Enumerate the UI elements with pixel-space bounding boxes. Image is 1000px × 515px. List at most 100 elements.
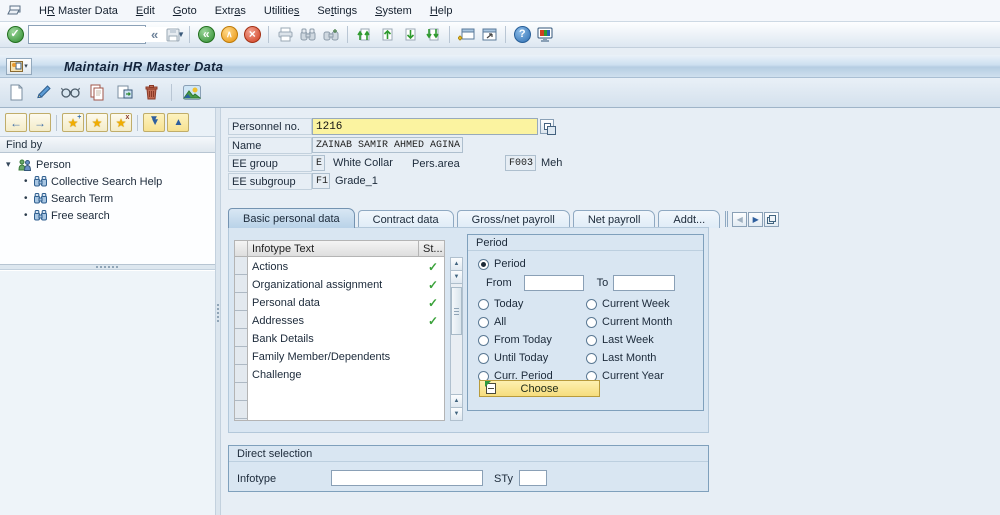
favorite-icon[interactable]: ★ <box>86 113 108 132</box>
radio-button-icon[interactable] <box>586 298 597 310</box>
binoculars-icon <box>34 176 47 187</box>
copy-icon[interactable] <box>87 83 107 103</box>
radio-current-week[interactable]: Current Week <box>586 297 670 311</box>
save-icon[interactable] <box>163 25 183 45</box>
page-down-icon[interactable] <box>400 25 420 45</box>
create-icon[interactable] <box>6 83 26 103</box>
collapse-all-icon[interactable]: ▲ <box>167 113 189 132</box>
matchcode-button[interactable] <box>540 119 556 135</box>
radio-button-icon[interactable] <box>478 258 489 270</box>
table-row[interactable]: Addresses ✓ <box>249 312 445 330</box>
table-row[interactable]: Personal data ✓ <box>249 294 445 312</box>
system-menu-icon[interactable] <box>4 3 24 19</box>
radio-button-icon[interactable] <box>478 352 489 364</box>
period-from-input[interactable] <box>523 275 584 291</box>
tree-node-collective-search-help[interactable]: • Collective Search Help <box>0 173 215 190</box>
first-page-icon[interactable] <box>354 25 374 45</box>
delete-icon[interactable] <box>141 83 161 103</box>
radio-all[interactable]: All <box>478 315 506 329</box>
tab-scroll-right-icon[interactable]: ▶ <box>748 212 764 227</box>
menu-settings[interactable]: Settings <box>308 3 366 19</box>
scroll-down-icon[interactable]: ▼ <box>451 407 462 420</box>
scroll-up-icon[interactable]: ▲ <box>451 394 462 407</box>
choose-button[interactable]: Choose <box>479 380 600 397</box>
print-icon[interactable] <box>275 25 295 45</box>
change-icon[interactable] <box>33 83 53 103</box>
find-next-icon[interactable] <box>321 25 341 45</box>
tab-list-icon[interactable] <box>764 212 780 227</box>
forward-arrow-icon[interactable]: → <box>29 113 51 132</box>
menu-utilities[interactable]: Utilities <box>255 3 308 19</box>
radio-button-icon[interactable] <box>478 334 489 346</box>
radio-button-icon[interactable] <box>586 334 597 346</box>
column-header-infotype-text[interactable]: Infotype Text <box>247 240 419 257</box>
display-icon[interactable] <box>60 83 80 103</box>
radio-button-icon[interactable] <box>586 316 597 328</box>
collapse-chevron-icon[interactable]: « <box>151 27 158 42</box>
personnel-no-input[interactable] <box>312 118 538 135</box>
tab-scroll-left-icon[interactable]: ◀ <box>732 212 748 227</box>
period-to-input[interactable] <box>613 275 676 291</box>
radio-period[interactable]: Period <box>478 257 526 271</box>
delimit-icon[interactable] <box>114 83 134 103</box>
table-row[interactable]: Family Member/Dependents <box>249 348 445 366</box>
radio-button-icon[interactable] <box>586 352 597 364</box>
customize-layout-icon[interactable] <box>535 25 555 45</box>
tab-basic-personal-data[interactable]: Basic personal data <box>228 208 355 228</box>
expander-icon[interactable]: ▾ <box>6 159 14 170</box>
radio-from-today[interactable]: From Today <box>478 333 552 347</box>
sty-input[interactable] <box>519 470 547 486</box>
table-row[interactable]: Challenge <box>249 366 445 384</box>
page-up-icon[interactable] <box>377 25 397 45</box>
tree-node-person[interactable]: ▾ Person <box>0 156 215 173</box>
cancel-icon[interactable]: × <box>242 25 262 45</box>
radio-button-icon[interactable] <box>478 316 489 328</box>
new-session-icon[interactable] <box>456 25 476 45</box>
table-row[interactable]: Actions ✓ <box>249 258 445 276</box>
scroll-down-icon[interactable]: ▼ <box>451 271 462 284</box>
radio-current-month[interactable]: Current Month <box>586 315 672 329</box>
expand-all-icon[interactable]: ▼ ▼ <box>143 113 165 132</box>
column-header-status[interactable]: St... <box>419 240 445 257</box>
last-page-icon[interactable] <box>423 25 443 45</box>
tab-additional[interactable]: Addt... <box>658 210 721 228</box>
radio-until-today[interactable]: Until Today <box>478 351 548 365</box>
create-shortcut-icon[interactable] <box>479 25 499 45</box>
exit-icon[interactable]: ∧ <box>219 25 239 45</box>
tree-node-free-search[interactable]: • Free search <box>0 207 215 224</box>
command-field[interactable]: ▼ <box>28 25 185 44</box>
infotype-input[interactable] <box>331 470 483 486</box>
menu-hr-master-data[interactable]: HR Master Data <box>30 3 127 19</box>
menu-help[interactable]: Help <box>421 3 462 19</box>
enter-icon[interactable]: ✓ <box>5 25 25 45</box>
tab-contract-data[interactable]: Contract data <box>357 210 454 228</box>
screen-menu-icon[interactable]: ▾ <box>6 57 32 75</box>
menu-edit[interactable]: Edit <box>127 3 164 19</box>
tab-net-payroll[interactable]: Net payroll <box>572 210 656 228</box>
menu-system[interactable]: System <box>366 3 421 19</box>
tab-gross-net-payroll[interactable]: Gross/net payroll <box>456 210 570 228</box>
radio-today[interactable]: Today <box>478 297 523 311</box>
delete-favorite-icon[interactable]: ★ x <box>110 113 132 132</box>
tree-node-search-term[interactable]: • Search Term <box>0 190 215 207</box>
help-icon[interactable]: ? <box>512 25 532 45</box>
menu-extras[interactable]: Extras <box>206 3 255 19</box>
radio-button-icon[interactable] <box>478 298 489 310</box>
radio-last-month[interactable]: Last Month <box>586 351 656 365</box>
menu-goto[interactable]: Goto <box>164 3 206 19</box>
hit-list-panel <box>0 270 215 515</box>
table-scrollbar[interactable]: ▲ ▼ ▲ ▼ <box>450 257 463 421</box>
select-all-cell[interactable] <box>234 240 247 257</box>
overview-icon[interactable] <box>182 83 202 103</box>
table-row[interactable]: Bank Details <box>249 330 445 348</box>
horizontal-splitter[interactable] <box>0 265 215 270</box>
radio-last-week[interactable]: Last Week <box>586 333 654 347</box>
back-arrow-icon[interactable]: ← <box>5 113 27 132</box>
scroll-up-icon[interactable]: ▲ <box>451 258 462 271</box>
add-favorite-icon[interactable]: ★ + <box>62 113 84 132</box>
back-icon[interactable]: « <box>196 25 216 45</box>
table-row[interactable]: Organizational assignment ✓ <box>249 276 445 294</box>
find-icon[interactable] <box>298 25 318 45</box>
scrollbar-thumb[interactable] <box>451 287 462 335</box>
row-selector-column[interactable] <box>235 257 248 420</box>
